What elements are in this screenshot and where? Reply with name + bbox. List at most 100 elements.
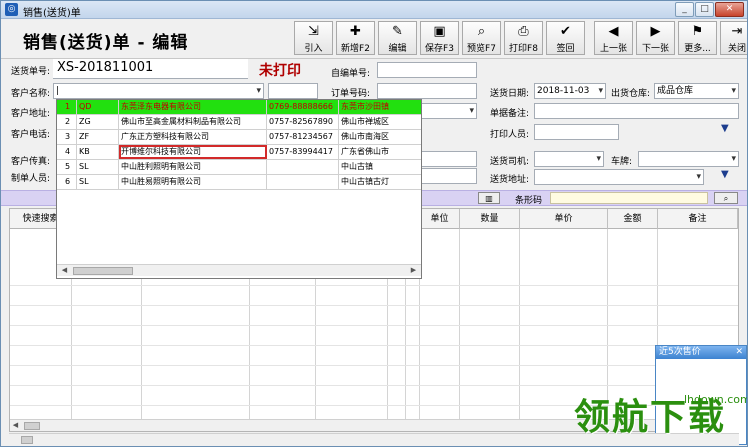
toolbar: ⇲ 引入 ✚ 新增F2 ✎ 编辑 ▣ 保存F3 ⌕ 预览F7 ⎙ 打印F8 ✔ 签回 ◀ 上一张… <box>294 21 747 55</box>
save-button[interactable]: ▣ 保存F3 <box>420 21 459 55</box>
scroll-thumb[interactable] <box>73 267 133 275</box>
new-button[interactable]: ✚ 新增F2 <box>336 21 375 55</box>
self-no-field[interactable] <box>377 62 477 78</box>
app-logo-icon: ◎ <box>5 3 18 16</box>
more-button[interactable]: ⚑ 更多... <box>678 21 717 55</box>
document-header: 销售(送货)单 - 编辑 ⇲ 引入 ✚ 新增F2 ✎ 编辑 ▣ 保存F3 ⌕ 预览F7 ⎙… <box>1 19 747 59</box>
ship-addr-select[interactable] <box>534 169 704 185</box>
col-amount[interactable]: 金额 <box>608 209 658 229</box>
phone-label: 客户电话: <box>11 130 51 140</box>
recent-price-header: 近5次售价 ✕ <box>656 346 746 359</box>
arrow-left-icon: ◀ <box>608 24 619 39</box>
arrow-right-icon: ▶ <box>650 24 661 39</box>
search-icon[interactable]: ⌕ <box>714 192 738 204</box>
close-icon[interactable]: ✕ <box>735 346 743 359</box>
dropdown-row[interactable]: 5 SL 中山胜利照明有限公司 中山古镇 <box>57 160 421 175</box>
maker-label: 制单人员: <box>11 174 51 184</box>
order-ref-label: 订单号码: <box>331 89 371 99</box>
col-unit[interactable]: 单位 <box>420 209 460 229</box>
maximize-button[interactable]: □ <box>695 2 714 17</box>
edit-button[interactable]: ✎ 编辑 <box>378 21 417 55</box>
self-no-label: 自编单号: <box>331 69 371 79</box>
dropdown-row[interactable]: 6 SL 中山胜易照明有限公司 中山古镇古灯 <box>57 175 421 190</box>
grid-row-line <box>10 345 738 346</box>
order-ref-field[interactable] <box>377 83 477 99</box>
import-button[interactable]: ⇲ 引入 <box>294 21 333 55</box>
window-title: 销售(送货)单 <box>23 8 81 19</box>
order-no-field[interactable]: XS-201811001 <box>53 59 248 79</box>
scroll-left-icon[interactable]: ◀ <box>59 265 70 276</box>
edit-icon: ✎ <box>392 24 403 39</box>
col-qty[interactable]: 数量 <box>460 209 520 229</box>
watermark: 领航下载 lhdown.com <box>574 393 748 446</box>
maker-field[interactable] <box>421 168 477 184</box>
print-button[interactable]: ⎙ 打印F8 <box>504 21 543 55</box>
date-picker[interactable]: 2018-11-03 <box>534 83 606 99</box>
driver-select[interactable] <box>534 151 604 167</box>
scroll-right-icon[interactable]: ▶ <box>408 265 419 276</box>
scroll-thumb[interactable] <box>24 422 40 430</box>
dropdown-row[interactable]: 2 ZG 佛山市至高金属材料制品有限公司 0757-82567890 佛山市禅城… <box>57 115 421 130</box>
preview-button[interactable]: ⌕ 预览F7 <box>462 21 501 55</box>
watermark-site: lhdown.com <box>684 393 748 406</box>
expand-triangle-icon[interactable]: ▼ <box>721 123 729 134</box>
recent-price-title: 近5次售价 <box>659 347 701 357</box>
ship-addr-label: 送货地址: <box>490 175 530 185</box>
customer-select[interactable]: | <box>53 83 264 99</box>
grid-row-line <box>10 365 738 366</box>
customer-extra-field[interactable] <box>268 83 318 99</box>
grid-line <box>459 229 460 431</box>
barcode-input[interactable] <box>550 192 708 204</box>
fax-label: 客户传真: <box>11 157 51 167</box>
customer-dropdown: 1 QD 东莞泽东电器有限公司 0769-88888666 东莞市沙田镇 2 Z… <box>56 99 422 279</box>
order-no-label: 送货单号: <box>11 67 51 77</box>
grid-row-line <box>10 285 738 286</box>
next-button[interactable]: ▶ 下一张 <box>636 21 675 55</box>
barcode-icon[interactable]: ▥ <box>478 192 500 204</box>
date-label: 送货日期: <box>490 89 530 99</box>
note-field[interactable] <box>534 103 739 119</box>
close-button[interactable]: ⇥ 关闭 <box>720 21 747 55</box>
driver-label: 送货司机: <box>490 157 530 167</box>
preview-icon: ⌕ <box>477 24 486 39</box>
page-title: 销售(送货)单 - 编辑 <box>23 33 189 53</box>
col-remark[interactable]: 备注 <box>658 209 738 229</box>
printer-field[interactable] <box>534 124 619 140</box>
close-window-button[interactable]: ✕ <box>715 2 744 17</box>
exit-icon: ⇥ <box>731 24 743 39</box>
fax-field[interactable] <box>421 151 477 167</box>
dropdown-row-selected[interactable]: 4 KB 开博维尔科技有限公司 0757-83994417 广东省佛山市 <box>57 145 421 160</box>
window-controls: _ □ ✕ <box>675 2 744 17</box>
scroll-left-icon[interactable]: ◀ <box>10 420 21 431</box>
note-label: 单据备注: <box>490 109 530 119</box>
grid-row-line <box>10 325 738 326</box>
print-status: 未打印 <box>259 63 301 79</box>
check-icon: ✔ <box>560 24 571 39</box>
plate-label: 车牌: <box>611 157 633 167</box>
prev-button[interactable]: ◀ 上一张 <box>594 21 633 55</box>
dropdown-row[interactable]: 3 ZF 广东正方塑科技有限公司 0757-81234567 佛山市南海区 <box>57 130 421 145</box>
import-icon: ⇲ <box>308 24 319 39</box>
dropdown-row[interactable]: 1 QD 东莞泽东电器有限公司 0769-88888666 东莞市沙田镇 <box>57 100 421 115</box>
warehouse-label: 出货仓库: <box>611 89 651 99</box>
sign-back-button[interactable]: ✔ 签回 <box>546 21 585 55</box>
printer-label: 打印人员: <box>490 130 530 140</box>
plate-select[interactable] <box>638 151 739 167</box>
grid-row-line <box>10 385 738 386</box>
minimize-button[interactable]: _ <box>675 2 694 17</box>
save-icon: ▣ <box>433 24 446 39</box>
warehouse-select[interactable]: 成品仓库 <box>654 83 739 99</box>
new-icon: ✚ <box>350 24 361 39</box>
addr-label: 客户地址: <box>11 109 51 119</box>
title-bar: ◎ 销售(送货)单 _ □ ✕ <box>1 1 747 19</box>
addr-select[interactable] <box>421 103 477 119</box>
col-price[interactable]: 单价 <box>520 209 608 229</box>
grid-line <box>519 229 520 431</box>
grid-row-line <box>10 305 738 306</box>
main-window: ◎ 销售(送货)单 _ □ ✕ 销售(送货)单 - 编辑 ⇲ 引入 ✚ 新增F2 ✎… <box>0 0 748 447</box>
flag-icon: ⚑ <box>691 24 704 39</box>
ship-addr-triangle-icon[interactable]: ▼ <box>721 169 729 180</box>
customer-label: 客户名称: <box>11 89 51 99</box>
scroll-thumb[interactable] <box>21 436 33 444</box>
dropdown-horizontal-scrollbar[interactable]: ◀ ▶ <box>57 264 421 276</box>
